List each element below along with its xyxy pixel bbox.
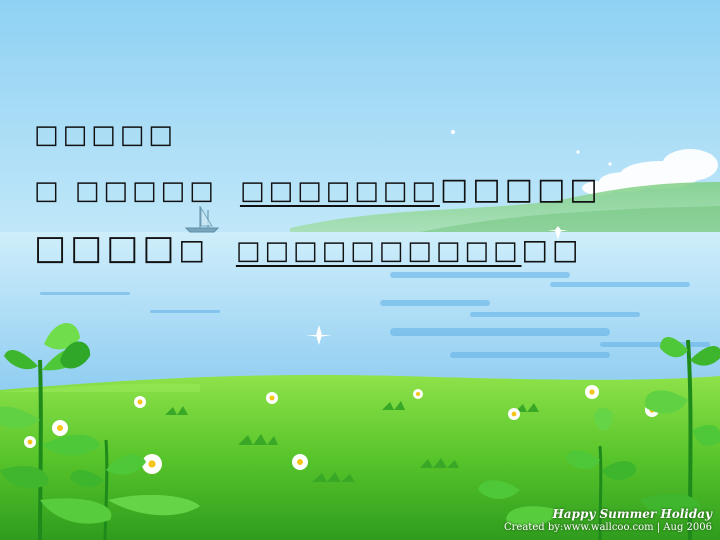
text-line-2-prefix: □ □□□□□ xyxy=(34,176,218,206)
text-line-3: □□□□□ □□□□□□□□□□□□ xyxy=(34,228,582,268)
text-line-3-underlined: □□□□□□□□□□ xyxy=(235,236,522,266)
watermark: Happy Summer Holiday Created by:www.wall… xyxy=(504,508,712,534)
watermark-credit: Created by:www.wallcoo.com | Aug 2006 xyxy=(503,522,712,533)
text-line-2: □ □□□□□ □□□□□□□□□□□□ xyxy=(34,172,602,207)
text-line-2-underlined: □□□□□□□ xyxy=(239,176,440,206)
text-line-3-small: □ xyxy=(178,233,209,266)
text-line-1: □□□□□ xyxy=(34,120,177,150)
text-line-3-prefix: □□□□ xyxy=(34,228,179,268)
text-line-2-suffix: □□□□□ xyxy=(439,172,602,207)
watermark-title: Happy Summer Holiday xyxy=(552,507,712,521)
slide-text: □□□□□ □ □□□□□ □□□□□□□□□□□□ □□□□□ □□□□□□□… xyxy=(0,0,720,540)
slide: □□□□□ □ □□□□□ □□□□□□□□□□□□ □□□□□ □□□□□□□… xyxy=(0,0,720,540)
text-line-3-suffix: □□ xyxy=(521,233,583,266)
